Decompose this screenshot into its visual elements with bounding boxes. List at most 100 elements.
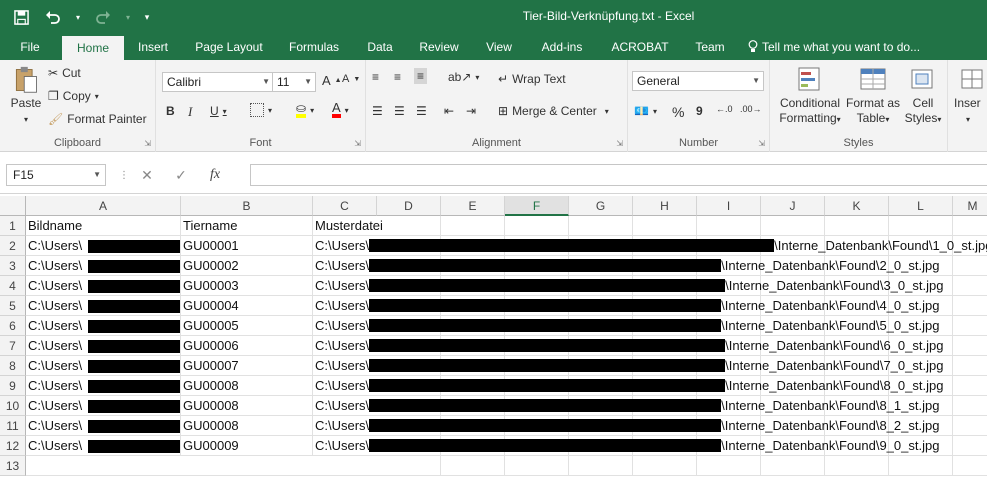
row-header-1[interactable]: 1 <box>0 216 26 236</box>
number-format-select[interactable]: General ▼ <box>632 71 764 91</box>
increase-indent-button[interactable]: ⇥ <box>466 104 476 118</box>
row-header-10[interactable]: 10 <box>0 396 26 416</box>
font-name-select[interactable]: Calibri ▼ <box>162 72 274 92</box>
grow-font-button[interactable]: A ▲ <box>322 73 342 88</box>
dialog-launcher-icon[interactable]: ⇲ <box>616 139 623 148</box>
cell-c12[interactable]: C:\Users\ \Interne_Datenbank\Found\9_0_st… <box>313 436 987 456</box>
align-left-button[interactable]: ☰ <box>372 104 383 118</box>
enter-icon[interactable]: ✓ <box>164 167 198 184</box>
formula-input[interactable] <box>250 164 987 186</box>
paste-button[interactable]: Paste ▾ <box>6 66 46 127</box>
cell-c9[interactable]: C:\Users\ \Interne_Datenbank\Found\8_0_st… <box>313 376 987 396</box>
borders-button[interactable]: ▾ <box>250 103 272 117</box>
column-header-l[interactable]: L <box>889 196 953 216</box>
row-header-11[interactable]: 11 <box>0 416 26 436</box>
cell-c8[interactable]: C:\Users\ \Interne_Datenbank\Found\7_0_st… <box>313 356 987 376</box>
row-header-12[interactable]: 12 <box>0 436 26 456</box>
row-header-7[interactable]: 7 <box>0 336 26 356</box>
column-header-a[interactable]: A <box>26 196 181 216</box>
column-header-d[interactable]: D <box>377 196 441 216</box>
format-as-table-button[interactable]: Format as Table▾ <box>846 66 900 127</box>
column-header-g[interactable]: G <box>569 196 633 216</box>
middle-align-button[interactable]: ≡ <box>394 70 401 84</box>
top-align-button[interactable]: ≡ <box>372 70 379 84</box>
column-header-m[interactable]: M <box>953 196 987 216</box>
tell-me-box[interactable]: Tell me what you want to do... <box>748 34 944 60</box>
fill-color-button[interactable]: ⛀ ▾ <box>296 102 314 118</box>
row-header-2[interactable]: 2 <box>0 236 26 256</box>
cell-b1[interactable]: Tiername <box>181 216 313 236</box>
column-header-e[interactable]: E <box>441 196 505 216</box>
column-header-c[interactable]: C <box>313 196 377 216</box>
cell-b3[interactable]: GU00002 <box>181 256 313 276</box>
row-header-13[interactable]: 13 <box>0 456 26 476</box>
cell-c1[interactable]: Musterdatei <box>313 216 383 236</box>
cell-c10[interactable]: C:\Users\ \Interne_Datenbank\Found\8_1_st… <box>313 396 987 416</box>
cell-c3[interactable]: C:\Users\ \Interne_Datenbank\Found\2_0_st… <box>313 256 987 276</box>
orientation-button[interactable]: ab↗ ▾ <box>448 70 479 84</box>
insert-function-icon[interactable]: fx <box>198 167 232 183</box>
tab-acrobat[interactable]: ACROBAT <box>602 34 678 60</box>
wrap-text-button[interactable]: ↵ Wrap Text <box>498 72 566 86</box>
cell-c2[interactable]: C:\Users\ \Interne_Datenbank\Found\1_0_st… <box>313 236 987 256</box>
paste-dropdown-icon[interactable]: ▾ <box>24 115 28 124</box>
cell-b12[interactable]: GU00009 <box>181 436 313 456</box>
cell-b10[interactable]: GU00008 <box>181 396 313 416</box>
cell-b4[interactable]: GU00003 <box>181 276 313 296</box>
shrink-font-button[interactable]: A ▼ <box>342 73 360 85</box>
underline-button[interactable]: U ▾ <box>210 104 227 118</box>
cell-b2[interactable]: GU00001 <box>181 236 313 256</box>
column-header-k[interactable]: K <box>825 196 889 216</box>
comma-style-button[interactable]: 9 <box>696 104 703 118</box>
cell-styles-button[interactable]: Cell Styles▾ <box>900 66 946 127</box>
cell-b11[interactable]: GU00008 <box>181 416 313 436</box>
format-painter-button[interactable]: 🖌 Format Painter <box>48 112 147 126</box>
underline-dropdown-icon[interactable]: ▾ <box>223 107 227 116</box>
cell-c6[interactable]: C:\Users\ \Interne_Datenbank\Found\5_0_st… <box>313 316 987 336</box>
cell-c4[interactable]: C:\Users\ \Interne_Datenbank\Found\3_0_st… <box>313 276 987 296</box>
align-right-button[interactable]: ☰ <box>416 104 427 118</box>
cell-a1[interactable]: Bildname <box>26 216 181 236</box>
column-header-f[interactable]: F <box>505 196 569 216</box>
bottom-align-button[interactable]: ≡ <box>414 68 428 84</box>
tab-formulas[interactable]: Formulas <box>280 34 348 60</box>
align-center-button[interactable]: ☰ <box>394 104 405 118</box>
cell-c7[interactable]: C:\Users\ \Interne_Datenbank\Found\6_0_st… <box>313 336 987 356</box>
merge-center-button[interactable]: ⊞ Merge & Center ▾ <box>498 104 609 118</box>
font-color-button[interactable]: A ▾ <box>332 101 349 118</box>
decrease-indent-button[interactable]: ⇤ <box>444 104 454 118</box>
cut-button[interactable]: ✂ Cut <box>48 66 81 80</box>
row-header-3[interactable]: 3 <box>0 256 26 276</box>
percent-button[interactable]: % <box>672 104 684 120</box>
cell-b6[interactable]: GU00005 <box>181 316 313 336</box>
column-header-j[interactable]: J <box>761 196 825 216</box>
insert-cells-button[interactable]: Inser ▾ <box>954 66 987 127</box>
bold-button[interactable]: B <box>166 104 175 118</box>
dialog-launcher-icon[interactable]: ⇲ <box>354 139 361 148</box>
font-size-select[interactable]: 11 ▼ <box>272 72 316 92</box>
cell-c11[interactable]: C:\Users\ \Interne_Datenbank\Found\8_2_st… <box>313 416 987 436</box>
cell-c5[interactable]: C:\Users\ \Interne_Datenbank\Found\4_0_st… <box>313 296 987 316</box>
tab-add-ins[interactable]: Add-ins <box>530 34 594 60</box>
row-header-4[interactable]: 4 <box>0 276 26 296</box>
copy-button[interactable]: ❐ Copy ▾ <box>48 89 99 103</box>
italic-button[interactable]: I <box>188 104 192 120</box>
tab-home[interactable]: Home <box>62 36 124 60</box>
column-header-h[interactable]: H <box>633 196 697 216</box>
tab-page-layout[interactable]: Page Layout <box>186 34 272 60</box>
dialog-launcher-icon[interactable]: ⇲ <box>144 139 151 148</box>
dialog-launcher-icon[interactable]: ⇲ <box>758 139 765 148</box>
column-header-b[interactable]: B <box>181 196 313 216</box>
cell-b7[interactable]: GU00006 <box>181 336 313 356</box>
cancel-icon[interactable]: ✕ <box>130 167 164 184</box>
worksheet-grid[interactable]: A B C D E F G H I J K L M 1 2 3 4 5 6 7 8 9 10 11 12 13 Bildname Ti… <box>0 196 987 478</box>
accounting-format-button[interactable]: 💶 ▾ <box>634 104 657 118</box>
cell-b5[interactable]: GU00004 <box>181 296 313 316</box>
row-header-9[interactable]: 9 <box>0 376 26 396</box>
row-header-8[interactable]: 8 <box>0 356 26 376</box>
column-header-i[interactable]: I <box>697 196 761 216</box>
cell-b9[interactable]: GU00008 <box>181 376 313 396</box>
tab-file[interactable]: File <box>8 34 52 60</box>
cell-b8[interactable]: GU00007 <box>181 356 313 376</box>
select-all-corner[interactable] <box>0 196 26 216</box>
